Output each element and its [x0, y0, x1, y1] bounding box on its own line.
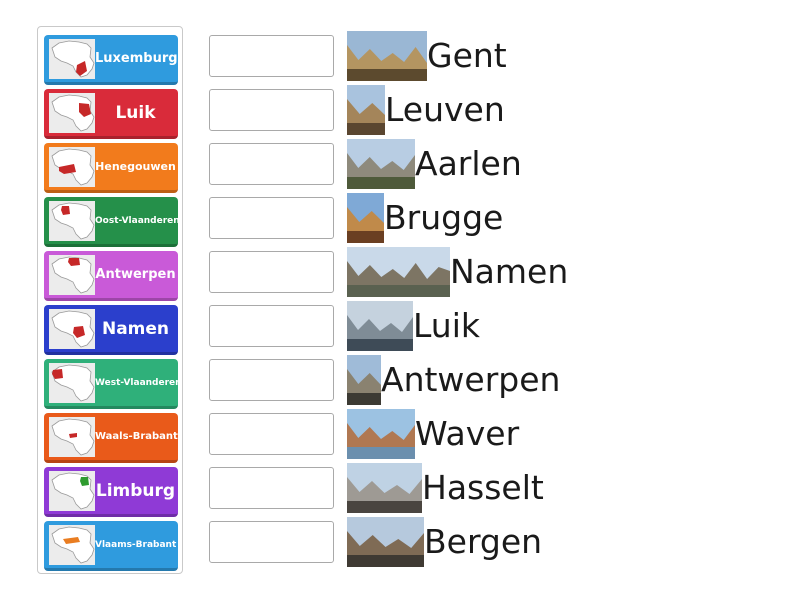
- city-name: Hasselt: [422, 468, 544, 507]
- belgium-map-icon: [49, 146, 95, 187]
- city-name: Gent: [427, 36, 507, 75]
- tile-label: Waals-Brabant: [95, 431, 178, 442]
- tile-label: Vlaams-Brabant: [95, 539, 177, 550]
- tile-vlaams-brabant[interactable]: Vlaams-Brabant: [44, 521, 178, 571]
- belgium-map-icon: [49, 416, 95, 457]
- belgium-map-icon: [49, 200, 95, 241]
- tile-luxemburg[interactable]: Luxemburg: [44, 35, 178, 85]
- answer-slot[interactable]: [209, 143, 334, 185]
- tile-namen[interactable]: Namen: [44, 305, 178, 355]
- belgium-map-icon: [49, 470, 95, 511]
- antwerpen-photo: [347, 355, 381, 405]
- city-name: Waver: [415, 414, 520, 453]
- answer-slot[interactable]: [209, 467, 334, 509]
- city-item: Hasselt: [347, 463, 544, 513]
- brugge-photo: [347, 193, 384, 243]
- luik-photo: [347, 301, 413, 351]
- tiles-panel: Luxemburg Luik Henegouwen Oost-Vlaanderen An…: [37, 26, 183, 574]
- city-name: Namen: [450, 252, 569, 291]
- city-name: Bergen: [424, 522, 543, 561]
- answer-slot[interactable]: [209, 251, 334, 293]
- city-name: Antwerpen: [381, 360, 561, 399]
- tile-label: Luik: [115, 102, 156, 123]
- city-item: Leuven: [347, 85, 505, 135]
- belgium-map-icon: [49, 308, 95, 349]
- tile-limburg[interactable]: Limburg: [44, 467, 178, 517]
- tile-label: Namen: [101, 318, 170, 339]
- leuven-photo: [347, 85, 385, 135]
- tile-luik[interactable]: Luik: [44, 89, 178, 139]
- belgium-map-icon: [49, 362, 95, 403]
- tile-oost-vlaanderen[interactable]: Oost-Vlaanderen: [44, 197, 180, 247]
- aarlen-photo: [347, 139, 415, 189]
- bergen-photo: [347, 517, 424, 567]
- city-item: Brugge: [347, 193, 503, 243]
- city-name: Luik: [413, 306, 480, 345]
- belgium-map-icon: [49, 254, 95, 295]
- answer-slot[interactable]: [209, 89, 334, 131]
- city-item: Namen: [347, 247, 568, 297]
- belgium-map-icon: [49, 92, 95, 133]
- tile-west-vlaanderen[interactable]: West-Vlaanderen: [44, 359, 182, 409]
- hasselt-photo: [347, 463, 422, 513]
- answer-slot[interactable]: [209, 521, 334, 563]
- waver-photo: [347, 409, 415, 459]
- belgium-map-icon: [49, 38, 95, 79]
- tile-label: Antwerpen: [95, 267, 176, 282]
- answer-slot[interactable]: [209, 413, 334, 455]
- tile-label: Limburg: [95, 480, 176, 501]
- answer-slot[interactable]: [209, 35, 334, 77]
- answer-slot[interactable]: [209, 197, 334, 239]
- city-name: Leuven: [385, 90, 505, 129]
- tile-waals-brabant[interactable]: Waals-Brabant: [44, 413, 178, 463]
- city-name: Aarlen: [415, 144, 522, 183]
- city-name: Brugge: [384, 198, 504, 237]
- city-item: Luik: [347, 301, 480, 351]
- tile-label: Henegouwen: [95, 160, 176, 173]
- answer-slot[interactable]: [209, 359, 334, 401]
- namen-photo: [347, 247, 450, 297]
- belgium-map-icon: [49, 524, 95, 565]
- tile-henegouwen[interactable]: Henegouwen: [44, 143, 178, 193]
- city-item: Antwerpen: [347, 355, 560, 405]
- city-item: Aarlen: [347, 139, 522, 189]
- answer-slot[interactable]: [209, 305, 334, 347]
- gent-photo: [347, 31, 427, 81]
- tile-label: Oost-Vlaanderen: [95, 215, 180, 226]
- city-item: Waver: [347, 409, 519, 459]
- tile-label: West-Vlaanderen: [95, 377, 182, 388]
- city-item: Bergen: [347, 517, 542, 567]
- city-item: Gent: [347, 31, 507, 81]
- tile-antwerpen[interactable]: Antwerpen: [44, 251, 178, 301]
- tile-label: Luxemburg: [95, 51, 178, 66]
